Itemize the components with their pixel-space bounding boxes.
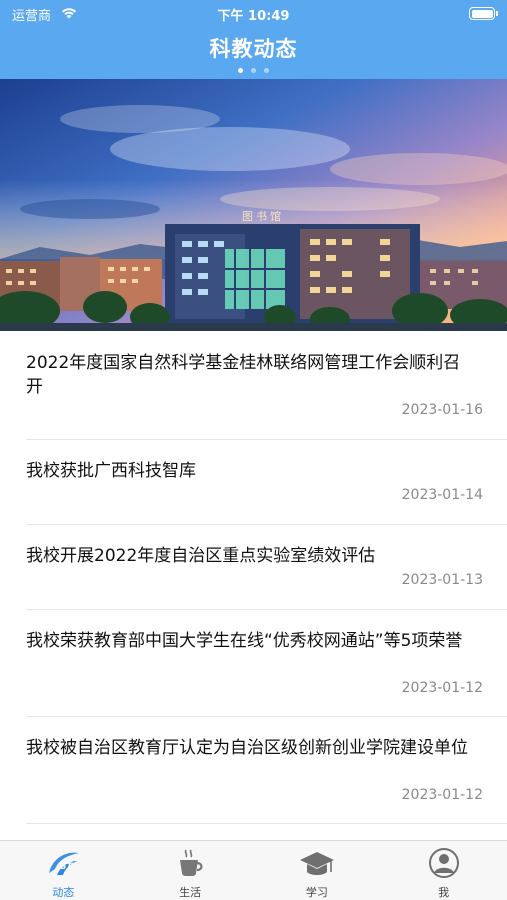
news-date: 2023-01-12: [401, 787, 483, 803]
news-item[interactable]: 我校被自治区教育厅认定为自治区级创新创业学院建设单位 2023-01-12: [26, 717, 507, 824]
news-title: 我校荣获教育部中国大学生在线“优秀校网通站”等5项荣誉: [26, 631, 463, 651]
tab-label: 生活: [179, 886, 202, 899]
graduation-cap-icon: [299, 852, 334, 875]
coffee-cup-icon: [180, 849, 203, 876]
svg-text:GT: GT: [59, 862, 73, 872]
page-indicator[interactable]: [0, 65, 507, 73]
building-sign: 图书馆: [242, 209, 284, 223]
tab-news[interactable]: GT 动态: [0, 841, 127, 900]
tab-bar: GT 动态 生活 学习 我: [0, 840, 507, 900]
clock: 下午 10:49: [217, 9, 290, 24]
battery-icon: [469, 7, 498, 20]
top-bar: 运营商 下午 10:49 科教动态: [0, 0, 507, 79]
campus-photo: 图书馆: [0, 79, 507, 331]
news-title: 2022年度国家自然科学基金桂林联络网管理工作会顺利召开: [26, 353, 461, 397]
person-icon: [428, 848, 459, 878]
page-dot-active[interactable]: [237, 68, 243, 73]
tab-study[interactable]: 学习: [254, 841, 381, 900]
tab-label: 动态: [52, 886, 75, 899]
tab-label: 学习: [305, 886, 328, 899]
news-list: 2022年度国家自然科学基金桂林联络网管理工作会顺利召开 2023-01-16 …: [0, 333, 507, 824]
news-item[interactable]: 我校开展2022年度自治区重点实验室绩效评估 2023-01-13: [26, 525, 507, 610]
news-item[interactable]: 2022年度国家自然科学基金桂林联络网管理工作会顺利召开 2023-01-16: [26, 333, 507, 440]
news-title: 我校开展2022年度自治区重点实验室绩效评估: [26, 546, 376, 566]
tab-label: 我: [438, 886, 450, 899]
news-date: 2023-01-13: [401, 572, 483, 588]
page-dot[interactable]: [251, 68, 256, 73]
page-title: 科教动态: [209, 37, 298, 61]
tab-me[interactable]: 我: [380, 841, 507, 900]
banner-image[interactable]: 图书馆: [0, 79, 507, 331]
news-date: 2023-01-16: [401, 402, 483, 418]
news-title: 我校被自治区教育厅认定为自治区级创新创业学院建设单位: [26, 738, 468, 758]
news-date: 2023-01-12: [401, 680, 483, 696]
news-date: 2023-01-14: [401, 487, 483, 503]
news-item[interactable]: 我校获批广西科技智库 2023-01-14: [26, 440, 507, 525]
page-dot[interactable]: [264, 68, 270, 73]
news-title: 我校获批广西科技智库: [26, 461, 196, 481]
news-item[interactable]: 我校荣获教育部中国大学生在线“优秀校网通站”等5项荣誉 2023-01-12: [26, 610, 507, 717]
tab-life[interactable]: 生活: [127, 841, 254, 900]
logo-icon: GT: [49, 852, 80, 875]
status-bar: 运营商 下午 10:49: [0, 0, 507, 28]
